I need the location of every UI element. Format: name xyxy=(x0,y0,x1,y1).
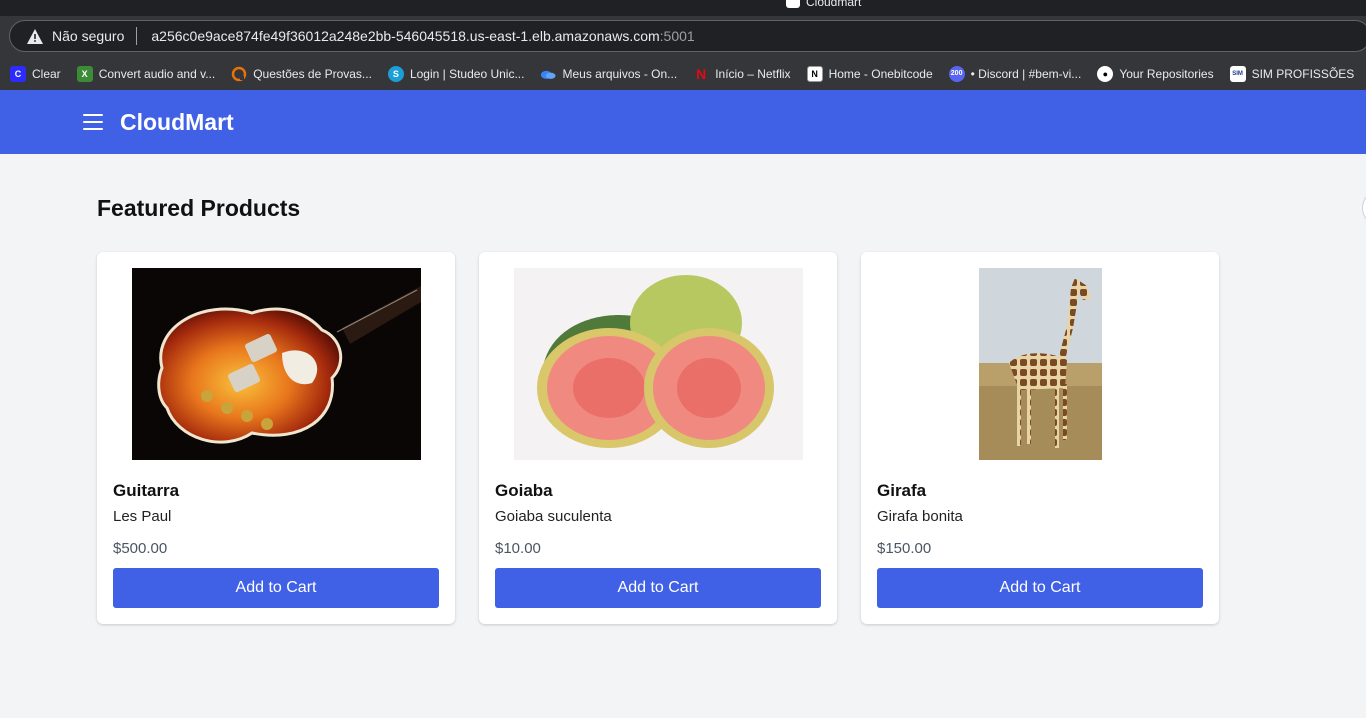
bookmark-label: Meus arquivos - On... xyxy=(562,66,678,81)
sim-icon: SIM xyxy=(1229,65,1246,82)
url-host[interactable]: a256c0e9ace874fe49f36012a248e2bb-5460455… xyxy=(151,28,659,44)
brand-title[interactable]: CloudMart xyxy=(120,109,234,136)
product-price: $500.00 xyxy=(113,540,168,557)
bookmark-label: Convert audio and v... xyxy=(98,66,216,81)
product-description: Les Paul xyxy=(113,508,172,525)
browser-toolbar: Não seguro a256c0e9ace874fe49f36012a248e… xyxy=(0,16,1366,57)
bookmark-label: Questões de Provas... xyxy=(253,66,372,81)
floating-button[interactable] xyxy=(1362,190,1366,226)
bookmark-github[interactable]: ● Your Repositories xyxy=(1097,65,1214,82)
netflix-icon: N xyxy=(696,65,707,82)
bookmark-onedrive[interactable]: Meus arquivos - On... xyxy=(540,66,677,82)
studeo-icon: S xyxy=(387,65,404,82)
add-to-cart-button[interactable]: Add to Cart xyxy=(113,568,439,608)
product-image-giraffe xyxy=(877,268,1203,460)
address-separator xyxy=(136,27,138,45)
github-icon: ● xyxy=(1097,65,1114,82)
add-to-cart-button[interactable]: Add to Cart xyxy=(877,568,1203,608)
bookmark-label: Home - Onebitcode xyxy=(828,66,933,81)
bookmark-onebitcode[interactable]: N Home - Onebitcode xyxy=(806,65,933,82)
bookmark-label: Login | Studeo Unic... xyxy=(409,66,525,81)
add-to-cart-button[interactable]: Add to Cart xyxy=(495,568,821,608)
bookmark-questoes[interactable]: Questões de Provas... xyxy=(231,66,372,82)
product-card: Girafa Girafa bonita $150.00 Add to Cart xyxy=(861,252,1219,624)
product-card: Guitarra Les Paul $500.00 Add to Cart xyxy=(97,252,455,624)
bookmark-label: Início – Netflix xyxy=(715,66,791,81)
browser-tab-strip: Cloudmart xyxy=(0,0,1366,16)
warning-icon[interactable] xyxy=(26,27,44,45)
onedrive-icon xyxy=(540,66,557,82)
product-name: Girafa xyxy=(877,481,927,500)
bookmark-convert[interactable]: X Convert audio and v... xyxy=(76,65,216,82)
tab-favicon-icon xyxy=(786,0,800,8)
menu-icon[interactable] xyxy=(82,112,104,132)
bookmark-discord[interactable]: 200 • Discord | #bem-vi... xyxy=(948,65,1082,82)
browser-tab[interactable]: Cloudmart xyxy=(786,0,861,9)
clear-icon: C xyxy=(10,65,26,82)
product-image-guitar xyxy=(113,268,439,460)
bookmark-sim[interactable]: SIM SIM PROFISSÕES xyxy=(1229,65,1355,82)
url-port[interactable]: :5001 xyxy=(660,28,695,44)
section-title: Featured Products xyxy=(97,195,301,221)
address-bar[interactable]: Não seguro a256c0e9ace874fe49f36012a248e… xyxy=(9,20,1366,52)
product-name: Guitarra xyxy=(113,481,180,500)
bookmark-studeo[interactable]: S Login | Studeo Unic... xyxy=(387,65,525,82)
bookmark-label: • Discord | #bem-vi... xyxy=(970,66,1082,81)
bookmark-label: SIM PROFISSÕES xyxy=(1251,66,1355,81)
product-description: Goiaba suculenta xyxy=(495,508,612,525)
product-card: Goiaba Goiaba suculenta $10.00 Add to Ca… xyxy=(479,252,837,624)
product-description: Girafa bonita xyxy=(877,508,963,525)
questoes-icon xyxy=(231,66,247,82)
security-label[interactable]: Não seguro xyxy=(52,28,124,44)
notion-icon: N xyxy=(806,65,823,82)
convert-icon: X xyxy=(76,65,93,82)
bookmark-netflix[interactable]: N Início – Netflix xyxy=(693,66,790,82)
product-price: $10.00 xyxy=(495,540,541,557)
product-price: $150.00 xyxy=(877,540,932,557)
product-image-guava xyxy=(495,268,821,460)
bookmark-label: Clear xyxy=(32,66,61,81)
bookmark-clear[interactable]: C Clear xyxy=(10,65,61,82)
app-header: CloudMart xyxy=(0,90,1366,154)
bookmarks-bar: C Clear X Convert audio and v... Questõe… xyxy=(0,57,1366,90)
product-name: Goiaba xyxy=(495,481,553,500)
tab-title: Cloudmart xyxy=(806,0,862,9)
discord-icon: 200 xyxy=(948,65,965,82)
bookmark-label: Your Repositories xyxy=(1119,66,1214,81)
